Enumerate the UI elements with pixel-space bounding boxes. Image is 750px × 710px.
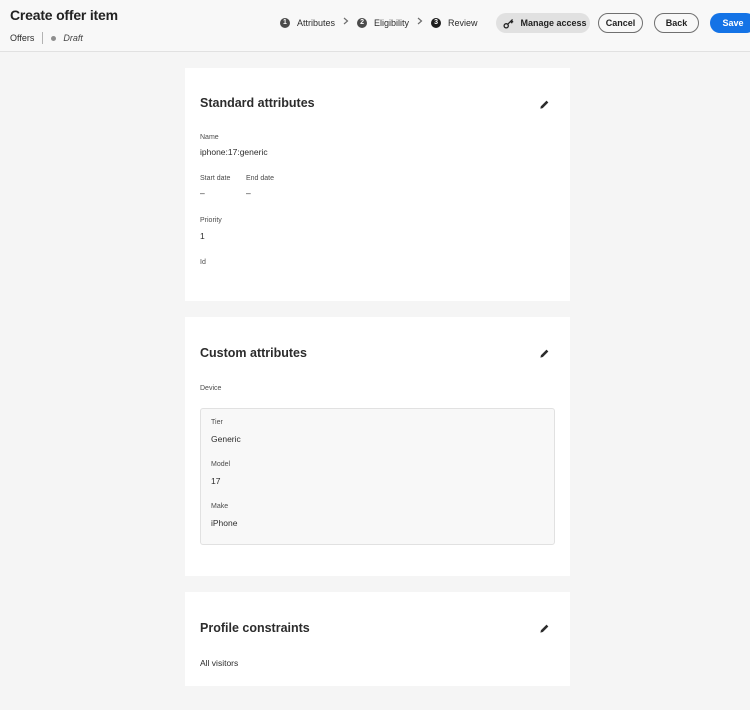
step-review[interactable]: 3 Review	[431, 17, 478, 28]
breadcrumb-divider	[42, 32, 44, 44]
edit-pencil-icon[interactable]	[538, 98, 550, 110]
step-attributes[interactable]: 1 Attributes	[280, 17, 336, 28]
priority-label: Priority	[200, 217, 222, 224]
manage-access-button[interactable]: Manage access	[496, 13, 590, 33]
standard-attributes-title: Standard attributes	[200, 96, 315, 110]
id-label: Id	[200, 259, 206, 266]
chevron-right-icon	[417, 17, 423, 28]
custom-attributes-card: Custom attributes Device Tier Generic Mo…	[185, 317, 570, 576]
tier-label: Tier	[211, 419, 223, 426]
model-label: Model	[211, 461, 231, 468]
profile-constraints-title: Profile constraints	[200, 621, 310, 635]
standard-attributes-card: Standard attributes Name iphone:17:gener…	[185, 68, 570, 301]
breadcrumb-offers[interactable]: Offers	[10, 33, 34, 43]
step-label: Attributes	[297, 17, 336, 28]
device-attributes-box: Tier Generic Model 17 Make iPhone	[200, 408, 555, 545]
name-value: iphone:17:generic	[200, 147, 268, 157]
device-label: Device	[200, 385, 222, 392]
step-label: Eligibility	[374, 17, 410, 28]
end-date-label: End date	[246, 175, 275, 182]
model-value: 17	[211, 476, 221, 486]
page-title: Create offer item	[10, 7, 118, 23]
make-value: iPhone	[211, 518, 238, 528]
priority-value: 1	[200, 231, 205, 241]
name-label: Name	[200, 134, 219, 141]
step-label: Review	[448, 17, 478, 28]
back-button[interactable]: Back	[654, 13, 699, 33]
end-date-value: –	[246, 188, 251, 198]
status-badge: Draft	[63, 33, 83, 43]
save-button[interactable]: Save	[710, 13, 750, 33]
start-date-label: Start date	[200, 175, 231, 182]
page-header: Create offer item Offers Draft 1 Attribu…	[0, 0, 750, 52]
make-label: Make	[211, 503, 229, 510]
status-dot-icon	[51, 35, 57, 41]
step-number: 1	[280, 17, 290, 28]
step-indicator: 1 Attributes 2 Eligibility 3 Review	[280, 17, 478, 28]
tier-value: Generic	[211, 434, 241, 444]
step-eligibility[interactable]: 2 Eligibility	[357, 17, 410, 28]
key-icon	[503, 18, 514, 29]
step-number: 3	[431, 17, 442, 28]
profile-constraints-card: Profile constraints All visitors	[185, 592, 570, 686]
custom-attributes-title: Custom attributes	[200, 346, 307, 360]
manage-access-label: Manage access	[520, 18, 587, 28]
profile-constraints-value: All visitors	[200, 658, 239, 668]
breadcrumb: Offers Draft	[10, 32, 83, 44]
start-date-value: –	[200, 188, 205, 198]
edit-pencil-icon[interactable]	[538, 347, 550, 359]
cancel-button[interactable]: Cancel	[598, 13, 643, 33]
edit-pencil-icon[interactable]	[538, 622, 550, 634]
step-number: 2	[357, 17, 368, 28]
chevron-right-icon	[343, 17, 349, 28]
